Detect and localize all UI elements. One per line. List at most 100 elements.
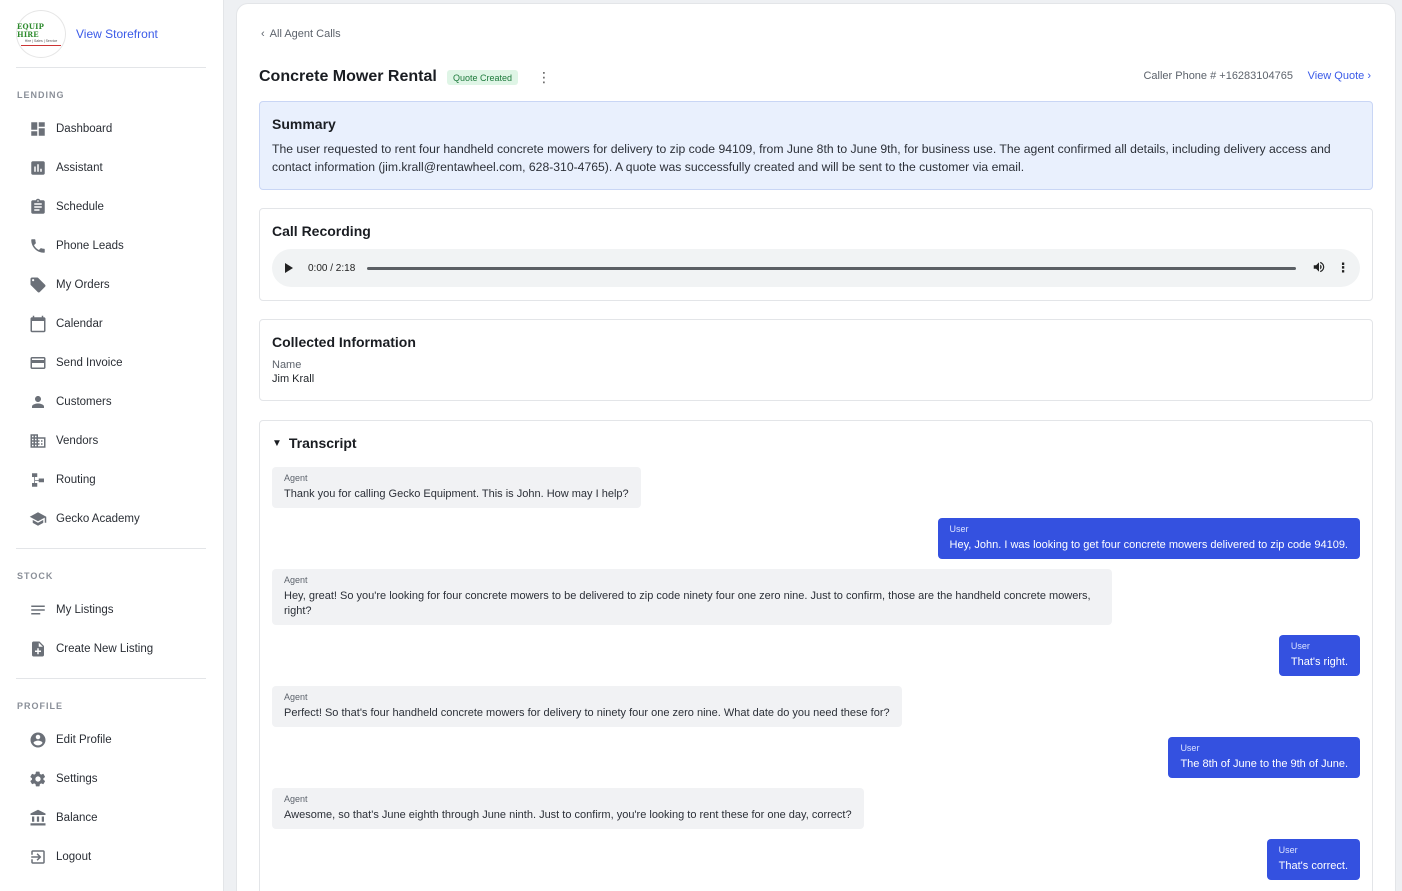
sidebar-item-label: Settings (56, 773, 98, 785)
transcript-message-agent: Agent Perfect! So that's four handheld c… (272, 686, 902, 727)
message-text: The 8th of June to the 9th of June. (1180, 758, 1348, 770)
sidebar-item-dashboard[interactable]: Dashboard (28, 114, 208, 144)
sidebar-item-my-orders[interactable]: My Orders (28, 270, 208, 300)
message-role: User (1278, 845, 1298, 855)
recording-heading: Call Recording (272, 223, 371, 239)
sidebar-item-label: Phone Leads (56, 240, 124, 252)
sidebar-item-phone-leads[interactable]: Phone Leads (28, 231, 208, 261)
view-storefront-link[interactable]: View Storefront (76, 27, 158, 41)
sidebar-item-gecko-academy[interactable]: Gecko Academy (28, 504, 208, 534)
sidebar-item-send-invoice[interactable]: Send Invoice (28, 348, 208, 378)
clipboard-icon (28, 197, 48, 217)
main-panel: ‹ All Agent Calls Concrete Mower Rental … (236, 3, 1396, 891)
sidebar-item-label: Routing (56, 474, 96, 486)
transcript-message-user: User That's right. (1278, 635, 1360, 676)
message-text: That's correct. (1278, 860, 1348, 872)
more-options-icon[interactable]: ⋮ (537, 68, 551, 86)
section-title-profile: PROFILE (17, 701, 64, 711)
transcript-message-agent: Agent Awesome, so that's June eighth thr… (272, 788, 864, 829)
message-role: Agent (284, 692, 308, 702)
sidebar-item-label: My Orders (56, 279, 110, 291)
sidebar-item-calendar[interactable]: Calendar (28, 309, 208, 339)
chevron-left-icon: ‹ (261, 28, 265, 40)
sidebar-item-balance[interactable]: Balance (28, 803, 208, 833)
sidebar-item-settings[interactable]: Settings (28, 764, 208, 794)
add-document-icon (28, 639, 48, 659)
bank-icon (28, 808, 48, 828)
call-recording-card: Call Recording 0:00 / 2:18 ⋮ (259, 208, 1373, 301)
player-more-icon[interactable]: ⋮ (1337, 260, 1350, 276)
sidebar-item-vendors[interactable]: Vendors (28, 426, 208, 456)
logo-rule (21, 44, 61, 46)
message-role: User (1180, 743, 1200, 753)
person-icon (28, 392, 48, 412)
view-quote-link[interactable]: View Quote › (1308, 70, 1371, 82)
phone-icon (28, 236, 48, 256)
building-icon (28, 431, 48, 451)
transcript-heading: Transcript (288, 435, 357, 451)
logo-tagline: Hire | Sales | Service (24, 38, 58, 43)
brand: EQUIP HIRE Hire | Sales | Service View S… (16, 10, 206, 58)
sidebar-item-customers[interactable]: Customers (28, 387, 208, 417)
name-label: Name (272, 359, 302, 371)
tag-icon (28, 275, 48, 295)
sidebar: EQUIP HIRE Hire | Sales | Service View S… (0, 0, 224, 891)
sidebar-item-logout[interactable]: Logout (28, 842, 208, 872)
caller-phone: Caller Phone # +16283104765 (1143, 70, 1293, 82)
sidebar-item-label: Assistant (56, 162, 103, 174)
play-icon[interactable] (284, 261, 298, 275)
message-role: Agent (284, 794, 308, 804)
sidebar-item-label: Customers (56, 396, 112, 408)
page-title: Concrete Mower Rental (259, 68, 437, 85)
section-title-stock: STOCK (17, 571, 54, 581)
dashboard-icon (28, 119, 48, 139)
message-text: Hey, John. I was looking to get four con… (949, 539, 1348, 551)
message-text: Awesome, so that's June eighth through J… (284, 809, 852, 821)
company-logo[interactable]: EQUIP HIRE Hire | Sales | Service (16, 10, 66, 58)
sidebar-item-assistant[interactable]: Assistant (28, 153, 208, 183)
sidebar-divider (16, 67, 206, 68)
message-text: Thank you for calling Gecko Equipment. T… (284, 488, 629, 500)
sidebar-item-label: Create New Listing (56, 643, 154, 655)
account-circle-icon (28, 730, 48, 750)
transcript-toggle[interactable]: ▼ Transcript (272, 435, 1360, 451)
graduation-cap-icon (28, 509, 48, 529)
sidebar-item-label: Vendors (56, 435, 99, 447)
seek-bar[interactable] (367, 266, 1296, 270)
collected-information-card: Collected Information Name Jim Krall (259, 319, 1373, 401)
message-text: Perfect! So that's four handheld concret… (284, 707, 890, 719)
summary-heading: Summary (272, 116, 336, 132)
sidebar-item-my-listings[interactable]: My Listings (28, 595, 208, 625)
list-icon (28, 600, 48, 620)
audio-player: 0:00 / 2:18 ⋮ (272, 249, 1360, 287)
transcript-message-user: User Hey, John. I was looking to get fou… (937, 518, 1360, 559)
transcript-message-agent: Agent Thank you for calling Gecko Equipm… (272, 467, 641, 508)
sidebar-item-label: Send Invoice (56, 357, 123, 369)
transcript-message-user: User The 8th of June to the 9th of June. (1168, 737, 1360, 778)
credit-card-icon (28, 353, 48, 373)
sidebar-divider (16, 678, 206, 679)
summary-card: Summary The user requested to rent four … (259, 101, 1373, 190)
sidebar-item-label: Schedule (56, 201, 104, 213)
sidebar-item-label: Logout (56, 851, 92, 863)
gear-icon (28, 769, 48, 789)
transcript-card: ▼ Transcript Agent Thank you for calling… (259, 420, 1373, 891)
status-badge: Quote Created (447, 70, 519, 85)
back-link[interactable]: ‹ All Agent Calls (261, 28, 341, 40)
logo-wordmark: EQUIP HIRE (17, 21, 45, 39)
name-value: Jim Krall (272, 373, 315, 385)
sidebar-item-label: My Listings (56, 604, 114, 616)
sidebar-item-routing[interactable]: Routing (28, 465, 208, 495)
sidebar-item-edit-profile[interactable]: Edit Profile (28, 725, 208, 755)
calendar-icon (28, 314, 48, 334)
sidebar-item-label: Dashboard (56, 123, 113, 135)
sidebar-divider (16, 548, 206, 549)
sidebar-item-schedule[interactable]: Schedule (28, 192, 208, 222)
message-role: Agent (284, 473, 308, 483)
message-role: User (949, 524, 969, 534)
summary-text: The user requested to rent four handheld… (272, 142, 1331, 174)
sidebar-item-create-new-listing[interactable]: Create New Listing (28, 634, 208, 664)
volume-icon[interactable] (1312, 260, 1328, 276)
message-role: Agent (284, 575, 308, 585)
sidebar-item-label: Balance (56, 812, 98, 824)
